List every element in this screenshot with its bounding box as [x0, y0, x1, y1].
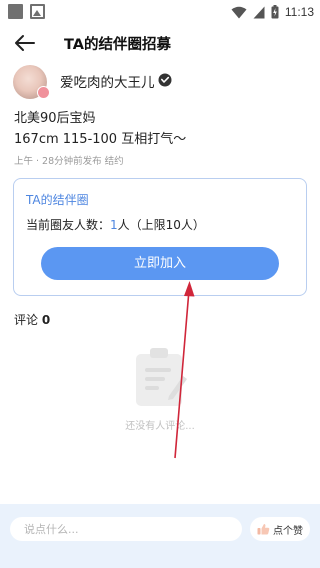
image-icon — [30, 4, 45, 19]
like-button[interactable]: 点个赞 — [250, 517, 310, 541]
empty-clipboard-icon — [136, 348, 187, 406]
signal-icon — [253, 6, 265, 18]
bottom-bar: 点个赞 — [0, 504, 320, 568]
verified-check-icon — [158, 73, 172, 87]
comments-count: 0 — [41, 313, 51, 327]
post-text-line-2: 167cm 115-100 互相打气～ — [14, 132, 187, 147]
battery-icon — [271, 5, 279, 19]
member-count-prefix: 当前圈友人数： — [26, 218, 111, 232]
top-bar: TA的结伴圈招募 — [0, 28, 320, 58]
notification-square-icon — [8, 4, 23, 19]
member-count-suffix: 人（上限10人） — [117, 218, 205, 232]
comment-input[interactable] — [10, 517, 242, 541]
post-text-line-1: 北美90后宝妈 — [14, 111, 96, 126]
arrow-left-icon[interactable] — [14, 34, 36, 52]
page-title: TA的结伴圈招募 — [64, 37, 171, 53]
member-count: 当前圈友人数：1人（上限10人） — [26, 216, 205, 233]
member-count-value: 1 — [110, 218, 118, 232]
like-label: 点个赞 — [273, 525, 303, 537]
comments-label: 评论 — [14, 313, 39, 327]
status-time: 11:13 — [284, 5, 314, 19]
empty-comments-text: 还没有人评论... — [125, 421, 195, 432]
thumbs-up-icon — [257, 524, 270, 535]
post-meta: 上午 · 28分钟前发布 结约 — [14, 156, 124, 167]
comments-header: 评论 0 — [14, 311, 50, 328]
gender-badge-icon — [37, 86, 50, 99]
circle-card: TA的结伴圈 当前圈友人数：1人（上限10人） 立即加入 — [13, 178, 307, 296]
join-button[interactable]: 立即加入 — [41, 247, 279, 280]
status-bar: 11:13 — [0, 0, 320, 24]
username[interactable]: 爱吃肉的大王儿 — [60, 71, 155, 91]
card-title: TA的结伴圈 — [26, 193, 89, 207]
wifi-icon — [231, 6, 247, 18]
status-icons: 11:13 — [231, 3, 314, 21]
